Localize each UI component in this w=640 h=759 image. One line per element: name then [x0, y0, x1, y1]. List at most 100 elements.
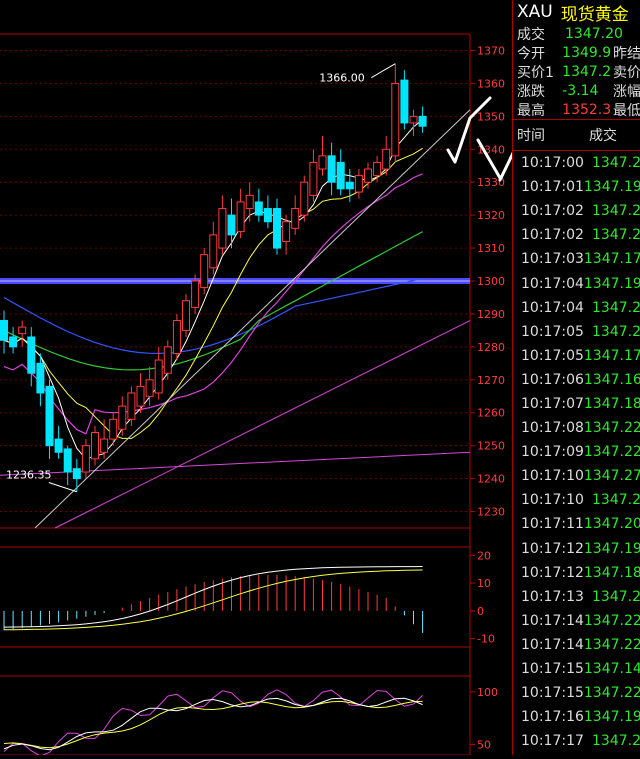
- quote-value: 1349.9: [562, 44, 612, 61]
- tick-row: 10:17:14 1347.22: [513, 633, 640, 657]
- candle-body: [373, 161, 382, 177]
- tick-time: 10:17:03: [521, 251, 584, 268]
- tick-time: 10:17:01: [521, 179, 584, 196]
- low-annotation-leader: [48, 482, 77, 493]
- tick-price: 1347.19: [583, 709, 640, 726]
- price-tick-label: 1290: [477, 308, 505, 321]
- tick-row: 10:17:02 1347.2: [513, 223, 640, 247]
- tick-time: 10:17:02: [521, 227, 584, 244]
- tick-price: 1347.17: [583, 251, 640, 268]
- price-tick-label: 1280: [477, 341, 505, 354]
- candle-body: [118, 405, 127, 430]
- tick-price: 1347.22: [583, 420, 640, 437]
- tick-price: 1347.18: [583, 395, 640, 412]
- tick-price: 1347.22: [583, 612, 640, 629]
- candle-body: [54, 438, 63, 453]
- tick-list[interactable]: 10:17:00 1347.2 10:17:01 1347.19 10:17:02 134…: [513, 151, 640, 753]
- candle-body: [254, 201, 263, 216]
- quote-panel: XAU 现货黄金 成交 1347.20 今开 1349.9 昨结 买价1 1347.2 卖价涨…: [512, 0, 640, 755]
- macd-tick-label: 20: [477, 549, 491, 562]
- tick-row: 10:17:03 1347.17: [513, 247, 640, 271]
- quote-value: 1347.2: [562, 63, 612, 80]
- tick-price: 1347.27: [583, 468, 640, 485]
- quote-row: 成交 1347.20: [513, 24, 640, 43]
- price-tick-label: 1310: [477, 242, 505, 255]
- candle-body: [336, 161, 345, 190]
- tick-price: 1347.19: [583, 540, 640, 557]
- ma5-line: [3, 119, 423, 460]
- price-tick-label: 1360: [477, 77, 505, 90]
- rising-trendline: [34, 109, 471, 529]
- tick-row: 10:17:05 1347.17: [513, 344, 640, 368]
- candle-body: [263, 208, 272, 223]
- macd-tick-label: 10: [477, 577, 491, 590]
- quote-label: 成交: [517, 26, 545, 43]
- price-tick-label: 1370: [477, 44, 505, 57]
- price-tick-label: 1230: [477, 506, 505, 519]
- candle-body: [45, 385, 54, 447]
- ma120-line: [3, 278, 423, 355]
- low-annotation-label: 1236.35: [6, 468, 52, 481]
- candle-body: [0, 320, 8, 341]
- candle-body: [172, 320, 181, 354]
- tick-price: 1347.2: [592, 733, 640, 750]
- candle-body: [273, 208, 281, 249]
- price-tick-label: 1350: [477, 110, 505, 123]
- candle-body: [72, 468, 81, 480]
- tick-time: 10:17:10: [521, 492, 584, 509]
- chart-area[interactable]: 1370 1360 1350 1340 1330 1320 1310 1300 1290 1280…: [0, 0, 640, 757]
- candle-body: [291, 208, 300, 229]
- high-annotation-label: 1366.00: [319, 72, 365, 85]
- candle-body: [100, 438, 109, 453]
- lower-trendline: [54, 320, 471, 529]
- candle-body: [163, 346, 172, 374]
- ma20-line: [3, 173, 423, 435]
- candle-body: [282, 221, 291, 242]
- quote-value: -3.14: [562, 82, 599, 99]
- macd-tick-label: 0: [477, 605, 484, 618]
- tick-row: 10:17:08 1347.22: [513, 416, 640, 440]
- price-tick-label: 1240: [477, 473, 505, 486]
- tick-time: 10:17:00: [521, 155, 584, 172]
- tick-price: 1347.2: [592, 203, 640, 220]
- candle-body: [36, 362, 45, 394]
- tick-row: 10:17:04 1347.19: [513, 271, 640, 295]
- tick-row: 10:17:09 1347.22: [513, 440, 640, 464]
- high-annotation-leader: [371, 63, 396, 79]
- candle-body: [327, 155, 336, 183]
- tick-price: 1347.20: [583, 516, 640, 533]
- quote-value: 1347.20: [565, 25, 623, 42]
- quote-label: 最高: [517, 102, 545, 119]
- price-tick-label: 1300: [477, 275, 505, 288]
- candle-body: [9, 336, 18, 348]
- quote-value: 1352.3: [562, 101, 612, 118]
- candle-body: [136, 385, 145, 407]
- candle-body: [364, 168, 372, 183]
- tick-price: 1347.22: [583, 444, 640, 461]
- tick-row: 10:17:06 1347.16: [513, 368, 640, 392]
- tick-time: 10:17:14: [521, 612, 584, 629]
- tick-row: 10:17:12 1347.18: [513, 561, 640, 585]
- tick-time: 10:17:06: [521, 371, 584, 388]
- tick-time: 10:17:08: [521, 420, 584, 437]
- tick-price: 1347.22: [583, 685, 640, 702]
- tick-price: 1347.14: [583, 661, 640, 678]
- quote-row: 买价1 1347.2 卖价: [513, 62, 640, 81]
- candle-body: [127, 392, 136, 420]
- candle-body: [154, 359, 163, 394]
- tick-row: 10:17:12 1347.19: [513, 537, 640, 561]
- tick-time: 10:17:02: [521, 203, 584, 220]
- candle-body: [218, 208, 227, 249]
- quote-label: 今开: [517, 45, 545, 62]
- tick-time: 10:17:10: [521, 468, 584, 485]
- candle-body: [145, 379, 154, 397]
- tick-header: 时间 成交: [513, 119, 640, 151]
- tick-price: 1347.16: [583, 371, 640, 388]
- tick-row: 10:17:10 1347.27: [513, 464, 640, 488]
- candle-body: [109, 418, 118, 440]
- tick-row: 10:17:00 1347.2: [513, 151, 640, 175]
- quote-extra: 最低: [613, 102, 640, 119]
- chart-svg[interactable]: 1370136013501340133013201310130012901280…: [0, 0, 640, 757]
- candle-body: [27, 336, 36, 374]
- tick-time: 10:17:04: [521, 275, 584, 292]
